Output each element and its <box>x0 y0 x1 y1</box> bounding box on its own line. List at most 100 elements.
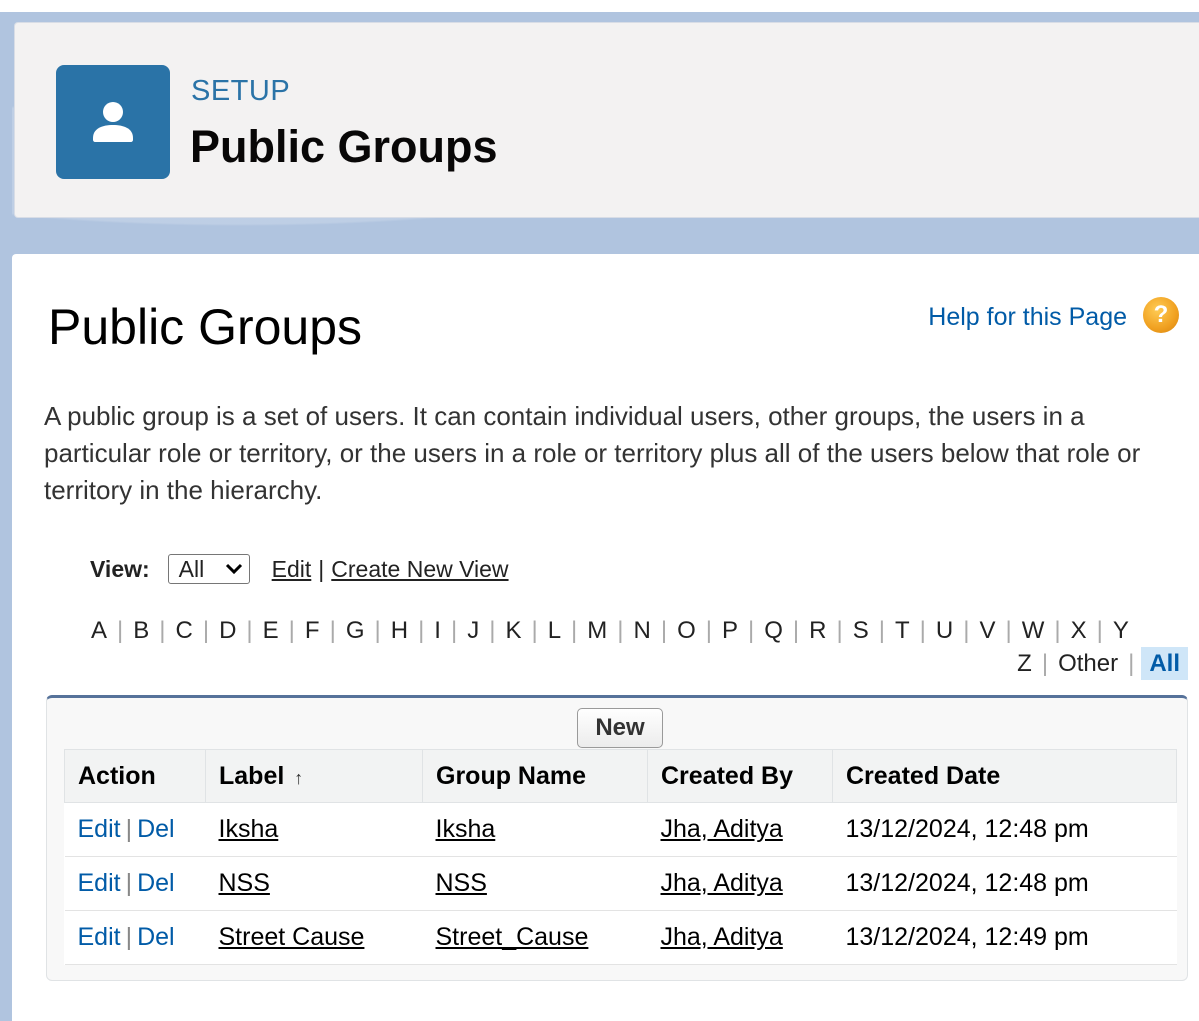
group-name-link[interactable]: Street_Cause <box>436 923 589 951</box>
alphabet-separator: | <box>450 617 458 644</box>
alphabet-separator: | <box>159 617 166 644</box>
alphabet-filter-i[interactable]: I <box>431 614 444 647</box>
table-row: Edit | Del Street Cause Street_Cause Jha, Adi… <box>64 910 1177 965</box>
view-row: View: All Edit | Create New View <box>90 552 509 586</box>
setup-header: SETUP Public Groups <box>14 22 1199 218</box>
alphabet-filter-t[interactable]: T <box>892 614 913 647</box>
alphabet-separator: | <box>1054 617 1061 644</box>
user-icon-glyph <box>93 102 133 142</box>
alphabet-filter-c[interactable]: C <box>173 614 196 647</box>
table-row: Edit | Del NSS NSS Jha, Aditya 13/12/2024, 12:… <box>64 856 1177 911</box>
alphabet-filter-p[interactable]: P <box>719 614 741 647</box>
column-header-group-name[interactable]: Group Name <box>422 749 648 803</box>
column-header-action: Action <box>64 749 206 803</box>
edit-view-link[interactable]: Edit <box>272 556 312 583</box>
main-content: Public Groups Help for this Page ? A pub… <box>12 254 1199 1021</box>
alphabet-separator: | <box>617 617 624 644</box>
created-by-link[interactable]: Jha, Aditya <box>661 815 783 843</box>
alphabet-row-2: Z | Other | All <box>88 647 1188 680</box>
row-group-name-cell: Iksha <box>422 802 648 857</box>
alphabet-filter-w[interactable]: W <box>1019 614 1048 647</box>
sort-ascending-icon: ↑ <box>294 767 304 788</box>
alphabet-filter-e[interactable]: E <box>260 614 282 647</box>
view-select[interactable]: All <box>167 554 250 584</box>
delete-row-link[interactable]: Del <box>137 869 175 897</box>
column-header-label[interactable]: Label ↑ <box>205 749 423 803</box>
group-name-link[interactable]: Iksha <box>436 815 496 843</box>
delete-row-link[interactable]: Del <box>137 815 175 843</box>
alphabet-filter-v[interactable]: V <box>976 614 998 647</box>
table-header-row: Action Label ↑ Group Name Created By Crea… <box>64 749 1177 803</box>
row-created-date-cell: 13/12/2024, 12:48 pm <box>832 856 1177 911</box>
created-by-link[interactable]: Jha, Aditya <box>661 923 783 951</box>
alphabet-filter-j[interactable]: J <box>464 614 482 647</box>
alphabet-filter-all[interactable]: All <box>1141 647 1188 680</box>
group-label-link[interactable]: Iksha <box>219 815 279 843</box>
alphabet-filter-z[interactable]: Z <box>1014 647 1035 680</box>
alphabet-filter-n[interactable]: N <box>631 614 654 647</box>
view-select-value: All <box>178 555 205 582</box>
group-label-link[interactable]: Street Cause <box>219 923 365 951</box>
row-group-name-cell: Street_Cause <box>422 910 648 965</box>
help-link[interactable]: Help for this Page <box>928 303 1127 332</box>
create-new-view-link[interactable]: Create New View <box>331 556 508 583</box>
alphabet-filter-h[interactable]: H <box>388 614 411 647</box>
alphabet-filter-x[interactable]: X <box>1068 614 1090 647</box>
header-title: Public Groups <box>190 121 498 172</box>
header-eyebrow: SETUP <box>191 75 291 107</box>
edit-row-link[interactable]: Edit <box>78 923 121 951</box>
alphabet-filter-d[interactable]: D <box>216 614 239 647</box>
groups-list: New Action Label ↑ Group Name Created By … <box>46 695 1188 981</box>
view-separator: | <box>318 555 325 582</box>
row-label-cell: NSS <box>205 856 423 911</box>
table-row: Edit | Del Iksha Iksha Jha, Aditya 13/12/2024,… <box>64 802 1177 857</box>
column-header-created-date[interactable]: Created Date <box>832 749 1177 803</box>
alphabet-separator: | <box>836 617 843 644</box>
alphabet-filter-a[interactable]: A <box>88 614 110 647</box>
alphabet-filter-f[interactable]: F <box>302 614 323 647</box>
question-icon[interactable]: ? <box>1143 297 1179 333</box>
delete-row-link[interactable]: Del <box>137 923 175 951</box>
alphabet-separator: | <box>748 617 755 644</box>
alphabet-filter-s[interactable]: S <box>850 614 872 647</box>
alphabet-filter-m[interactable]: M <box>584 614 610 647</box>
created-by-link[interactable]: Jha, Aditya <box>661 869 783 897</box>
groups-table: Action Label ↑ Group Name Created By Crea… <box>64 749 1177 965</box>
column-header-created-by[interactable]: Created By <box>647 749 833 803</box>
alphabet-row-1: A | B | C | D | E | F | G | H | I | J | K | L | M | N | O | P | Q | R | S | T |… <box>88 614 1188 647</box>
action-separator: | <box>125 869 133 897</box>
alphabet-filter-b[interactable]: B <box>130 614 152 647</box>
alphabet-separator: | <box>1005 617 1012 644</box>
row-created-by-cell: Jha, Aditya <box>647 856 833 911</box>
alphabet-filter-q[interactable]: Q <box>761 614 786 647</box>
alphabet-filter-y[interactable]: Y <box>1110 614 1132 647</box>
alphabet-separator: | <box>489 617 496 644</box>
new-button[interactable]: New <box>577 708 663 748</box>
alphabet-filter-k[interactable]: K <box>502 614 524 647</box>
alphabet-separator: | <box>660 617 668 644</box>
alphabet-separator: | <box>1128 650 1135 677</box>
alphabet-separator: | <box>418 617 425 644</box>
alphabet-separator: | <box>329 617 336 644</box>
alphabet-filter: A | B | C | D | E | F | G | H | I | J | K | L | M | N | O | P | Q | R | S | T |… <box>88 614 1188 680</box>
row-label-cell: Street Cause <box>205 910 423 965</box>
alphabet-separator: | <box>571 617 578 644</box>
alphabet-separator: | <box>1041 650 1049 677</box>
chevron-down-icon <box>225 563 242 575</box>
alphabet-filter-other[interactable]: Other <box>1055 647 1121 680</box>
group-name-link[interactable]: NSS <box>436 869 487 897</box>
edit-row-link[interactable]: Edit <box>78 815 121 843</box>
edit-row-link[interactable]: Edit <box>78 869 121 897</box>
alphabet-filter-o[interactable]: O <box>674 614 699 647</box>
group-label-link[interactable]: NSS <box>219 869 270 897</box>
row-created-date-cell: 13/12/2024, 12:48 pm <box>832 802 1177 857</box>
alphabet-filter-r[interactable]: R <box>806 614 829 647</box>
alphabet-filter-u[interactable]: U <box>933 614 956 647</box>
column-header-label-text: Label <box>219 761 285 790</box>
alphabet-filter-g[interactable]: G <box>343 614 368 647</box>
alphabet-separator: | <box>878 617 885 644</box>
page-title: Public Groups <box>48 299 363 355</box>
alphabet-filter-l[interactable]: L <box>545 614 564 647</box>
row-action-cell: Edit | Del <box>64 910 206 965</box>
row-label-cell: Iksha <box>205 802 423 857</box>
